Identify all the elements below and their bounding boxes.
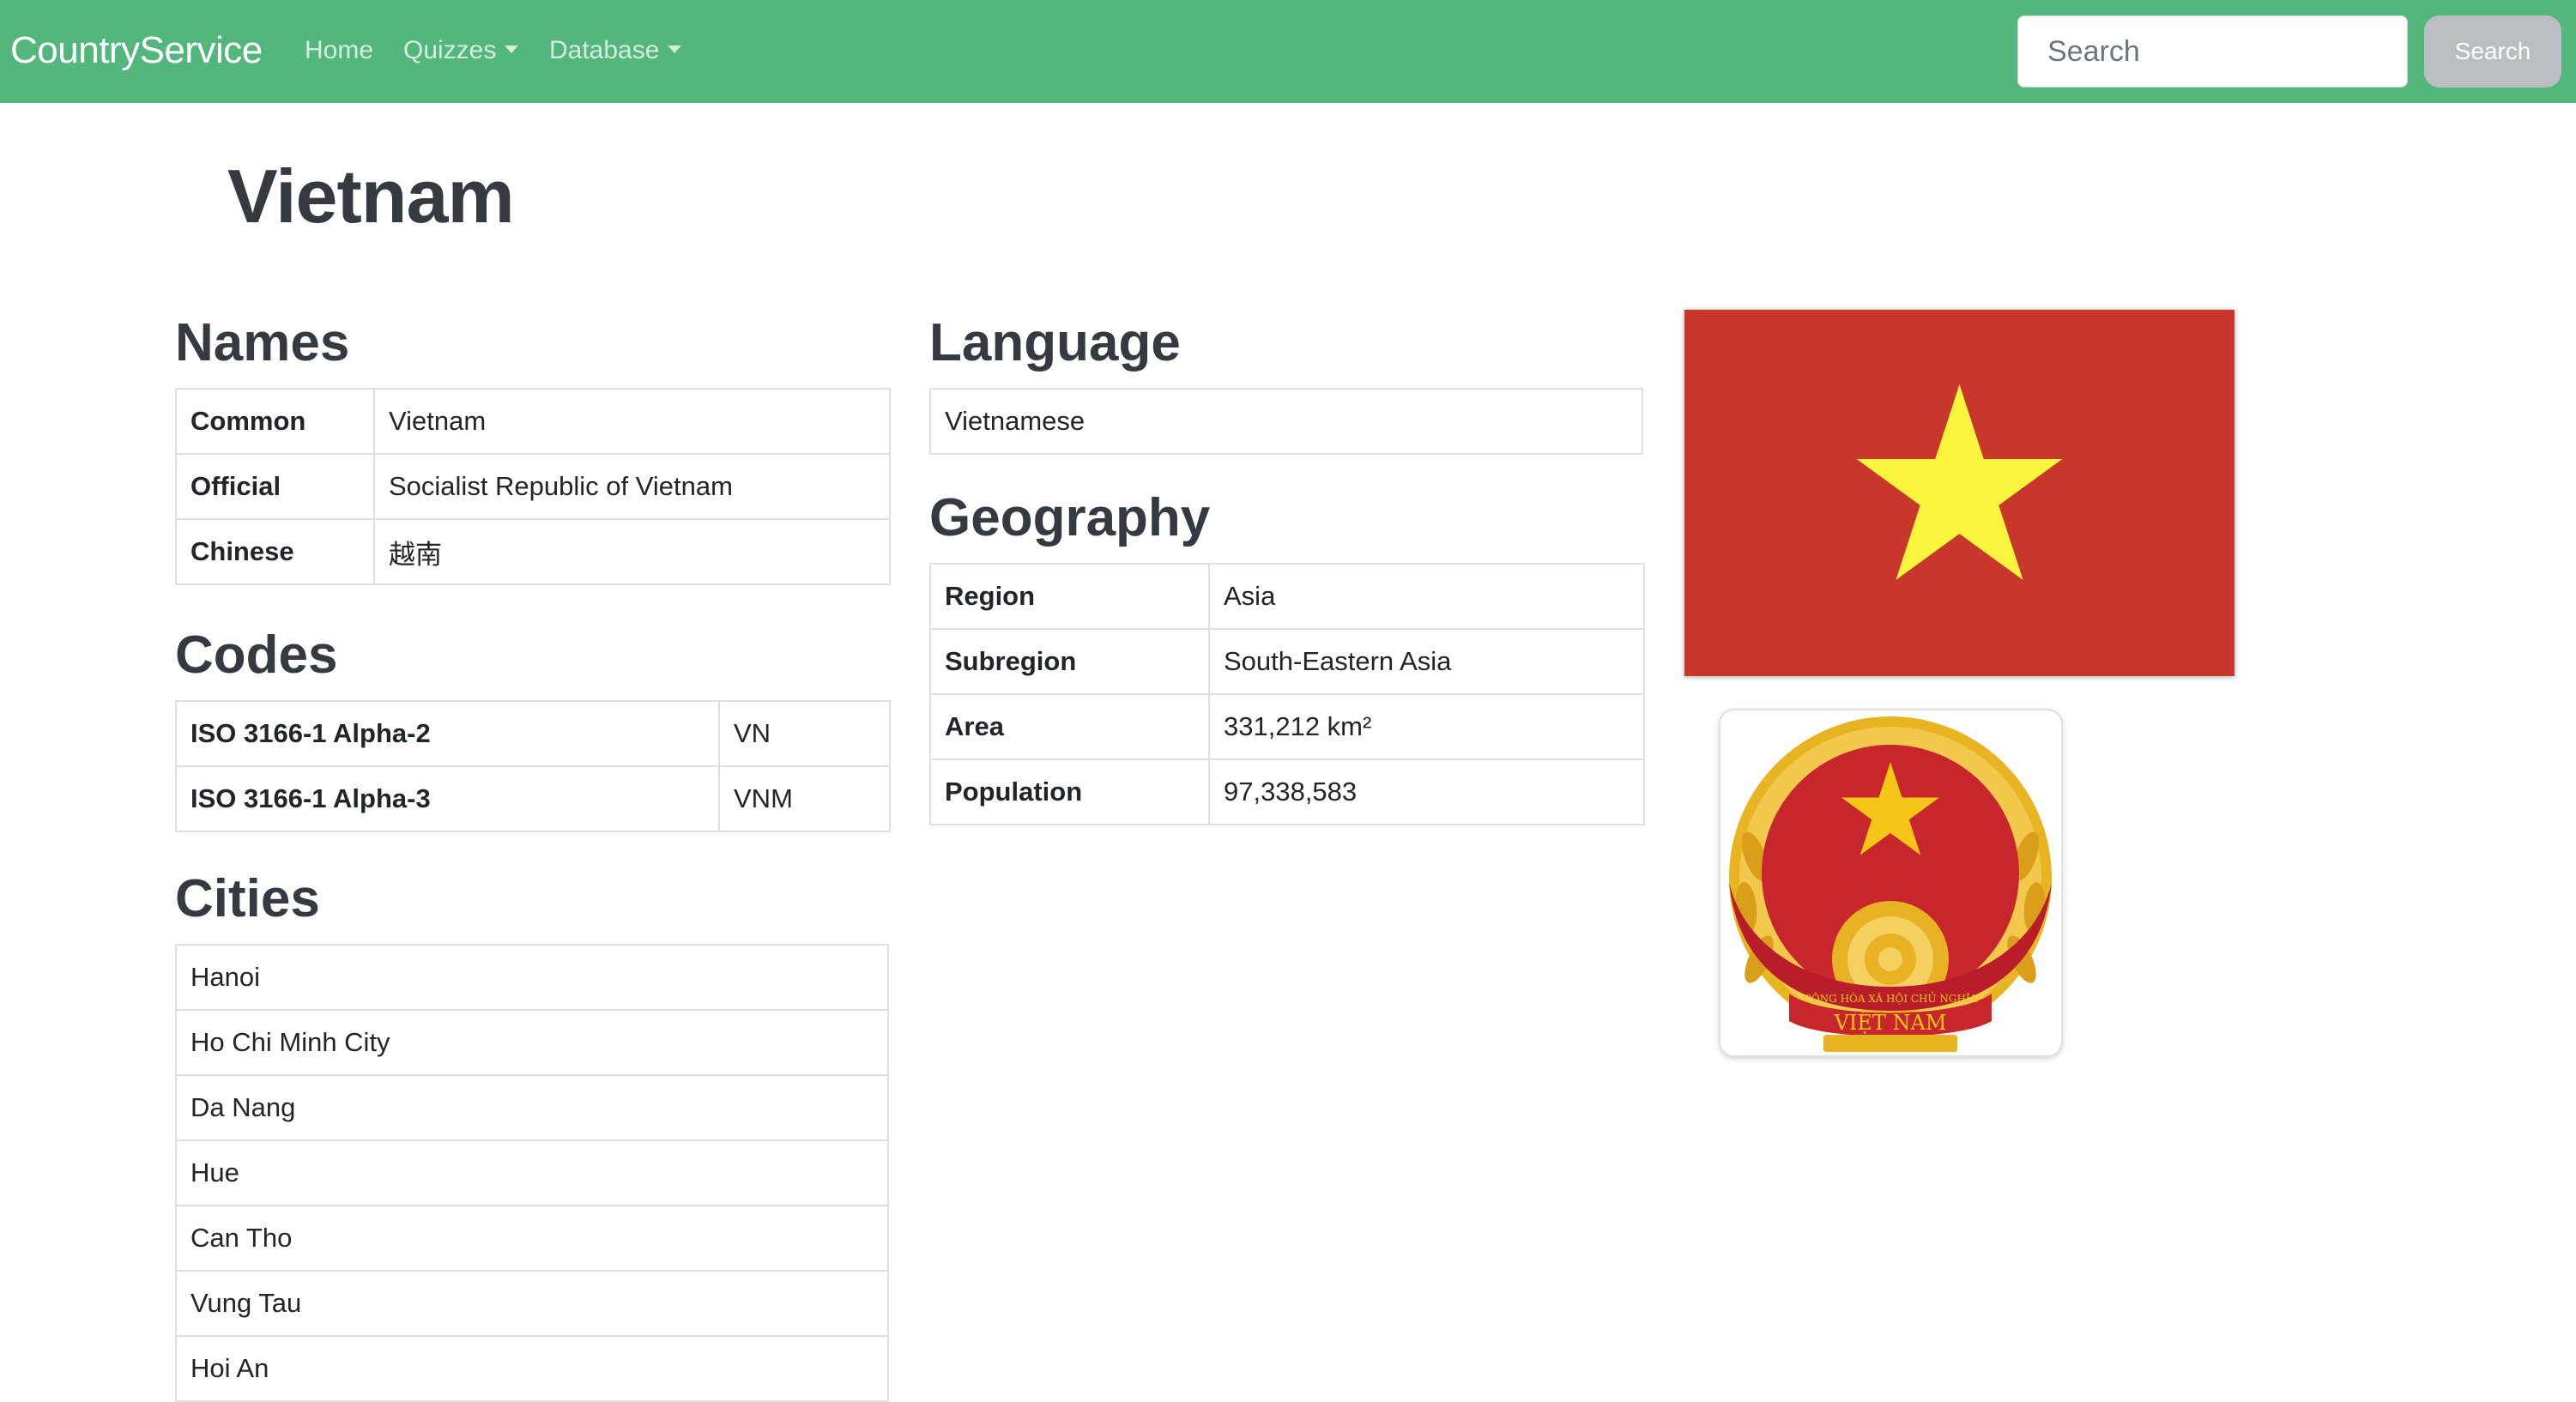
nav-home-label: Home [305, 36, 374, 64]
cities-list: Hanoi Ho Chi Minh City Da Nang Hue Can T… [175, 944, 889, 1402]
geo-value-subregion: South-Eastern Asia [1208, 628, 1645, 695]
table-row: Region Asia [929, 563, 1645, 630]
language-heading: Language [929, 313, 1181, 372]
names-heading: Names [175, 313, 350, 372]
table-row: Population 97,338,583 [929, 758, 1645, 825]
codes-table: ISO 3166-1 Alpha-2 VN ISO 3166-1 Alpha-3… [175, 700, 891, 832]
vietnam-emblem-image: CỘNG HÒA XÃ HỘI CHỦ NGHĨA VIỆT NAM [1719, 709, 2063, 1057]
nav-database-label: Database [549, 36, 660, 64]
list-item: Hue [175, 1139, 889, 1206]
geo-value-area: 331,212 km² [1208, 693, 1645, 760]
table-row: Official Socialist Republic of Vietnam [175, 453, 891, 520]
geo-label-area: Area [929, 693, 1210, 760]
caret-down-icon [668, 45, 682, 53]
names-value-common: Vietnam [373, 388, 891, 455]
table-row: ISO 3166-1 Alpha-3 VNM [175, 765, 891, 832]
emblem-text-bottom: VIỆT NAM [1834, 1010, 1947, 1035]
city-name: Hoi An [175, 1335, 889, 1402]
list-item: Da Nang [175, 1074, 889, 1141]
names-value-official: Socialist Republic of Vietnam [373, 453, 891, 520]
search-button[interactable]: Search [2424, 15, 2561, 88]
nav-quizzes-dropdown[interactable]: Quizzes [403, 36, 519, 65]
brand-link[interactable]: CountryService [10, 29, 263, 72]
table-row: Chinese 越南 [175, 518, 891, 585]
table-row: Vietnamese [929, 388, 1643, 455]
table-row: ISO 3166-1 Alpha-2 VN [175, 700, 891, 767]
table-row: Area 331,212 km² [929, 693, 1645, 760]
caret-down-icon [505, 45, 519, 53]
table-row: Subregion South-Eastern Asia [929, 628, 1645, 695]
list-item: Ho Chi Minh City [175, 1009, 889, 1076]
emblem-text-top: CỘNG HÒA XÃ HỘI CHỦ NGHĨA [1804, 990, 1978, 1005]
city-name: Da Nang [175, 1074, 889, 1141]
list-item: Hoi An [175, 1335, 889, 1402]
city-name: Hanoi [175, 944, 889, 1011]
table-row: Common Vietnam [175, 388, 891, 455]
geo-value-population: 97,338,583 [1208, 758, 1645, 825]
geo-label-subregion: Subregion [929, 628, 1210, 695]
geo-value-region: Asia [1208, 563, 1645, 630]
nav-home[interactable]: Home [305, 36, 373, 65]
nav-quizzes-label: Quizzes [403, 36, 497, 64]
flag-star-icon [1856, 384, 2063, 580]
codes-heading: Codes [175, 625, 338, 685]
geography-table: Region Asia Subregion South-Eastern Asia… [929, 563, 1645, 825]
page-title: Vietnam [227, 154, 515, 239]
names-value-chinese: 越南 [373, 518, 891, 585]
emblem-icon: CỘNG HÒA XÃ HỘI CHỦ NGHĨA VIỆT NAM [1729, 716, 2052, 1052]
geo-label-region: Region [929, 563, 1210, 630]
navbar: CountryService Home Quizzes Database Sea… [0, 0, 2576, 103]
vietnam-flag-image [1684, 310, 2234, 676]
cities-heading: Cities [175, 869, 320, 928]
city-name: Hue [175, 1139, 889, 1206]
list-item: Hanoi [175, 944, 889, 1011]
geo-label-population: Population [929, 758, 1210, 825]
search-input[interactable] [2017, 15, 2408, 88]
codes-label-alpha3: ISO 3166-1 Alpha-3 [175, 765, 720, 832]
city-name: Vung Tau [175, 1270, 889, 1337]
codes-value-alpha2: VN [718, 700, 891, 767]
names-label-common: Common [175, 388, 375, 455]
geography-heading: Geography [929, 488, 1211, 547]
codes-label-alpha2: ISO 3166-1 Alpha-2 [175, 700, 720, 767]
list-item: Vung Tau [175, 1270, 889, 1337]
names-table: Common Vietnam Official Socialist Republ… [175, 388, 891, 585]
nav-database-dropdown[interactable]: Database [549, 36, 682, 65]
names-label-official: Official [175, 453, 375, 520]
language-value: Vietnamese [929, 388, 1643, 455]
language-table: Vietnamese [929, 388, 1643, 455]
names-label-chinese: Chinese [175, 518, 375, 585]
list-item: Can Tho [175, 1205, 889, 1272]
city-name: Can Tho [175, 1205, 889, 1272]
city-name: Ho Chi Minh City [175, 1009, 889, 1076]
codes-value-alpha3: VNM [718, 765, 891, 832]
